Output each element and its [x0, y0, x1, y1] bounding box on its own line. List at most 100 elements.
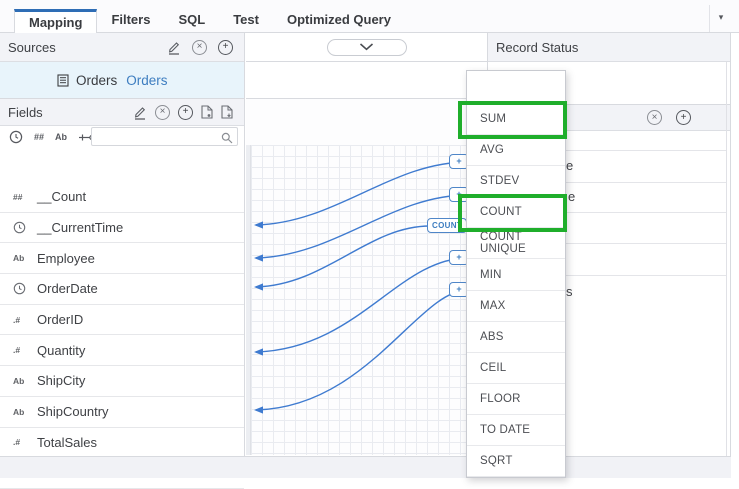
function-menu-items: SUMAVGSTDEVCOUNTCOUNT UNIQUEMINMAXABSCEI…	[467, 104, 565, 477]
mapping-toolbar	[246, 33, 487, 62]
filter-time-icon[interactable]	[9, 130, 23, 144]
menu-item-min[interactable]: MIN	[467, 259, 565, 290]
tab-sql[interactable]: SQL	[164, 9, 219, 32]
menu-item-floor[interactable]: FLOOR	[467, 384, 565, 415]
target-remove-icon[interactable]: ×	[647, 110, 662, 125]
field-type-text-icon: Ab	[13, 376, 37, 386]
sources-header: Sources × +	[0, 33, 244, 62]
field-row-orderdate[interactable]: OrderDate	[0, 274, 244, 305]
function-menu: SUMAVGSTDEVCOUNTCOUNT UNIQUEMINMAXABSCEI…	[466, 70, 566, 478]
field-name: OrderID	[37, 312, 83, 327]
field-name: TotalSales	[37, 435, 97, 450]
source-dataset-link[interactable]: Orders	[126, 73, 167, 88]
field-row-shipcity[interactable]: AbShipCity	[0, 366, 244, 397]
tab-filters[interactable]: Filters	[97, 9, 164, 32]
connection-curve	[256, 258, 468, 352]
record-status-header: Record Status	[488, 33, 730, 62]
connection-arrowhead	[254, 254, 263, 261]
menu-item-sum[interactable]: SUM	[467, 104, 565, 135]
field-name: __CurrentTime	[37, 220, 123, 235]
field-name: __Count	[37, 189, 86, 204]
mapping-canvas: + + COUNT + +	[246, 99, 487, 455]
target-row-fragment: e	[566, 158, 573, 173]
tab-bar: MappingFiltersSQLTestOptimized Query ▾	[0, 0, 739, 33]
field-type-number-icon: .#	[13, 345, 37, 355]
field-name: Quantity	[37, 343, 85, 358]
menu-item-max[interactable]: MAX	[467, 291, 565, 322]
filter-text-icon[interactable]: Ab	[55, 132, 67, 142]
fields-header: Fields × +	[0, 99, 244, 126]
tab-mapping[interactable]: Mapping	[14, 9, 97, 33]
target-row-fragment: s	[566, 284, 573, 299]
source-name: Orders	[76, 73, 117, 88]
connection-arrowhead	[254, 348, 263, 355]
sources-remove-icon[interactable]: ×	[192, 40, 207, 55]
menu-item-avg[interactable]: AVG	[467, 135, 565, 166]
fields-search-input[interactable]	[96, 129, 218, 144]
field-type-number-icon: .#	[13, 315, 37, 325]
chevron-down-icon	[359, 43, 374, 51]
filter-number-icon[interactable]: ##	[34, 132, 44, 142]
field-type-filter-row: ## Ab	[0, 126, 244, 148]
field-name: OrderDate	[37, 281, 98, 296]
menu-item-count[interactable]: COUNT	[467, 197, 565, 228]
field-type-text-icon: Ab	[13, 407, 37, 417]
field-type-number-icon: .#	[13, 437, 37, 447]
field-name: ShipCity	[37, 373, 85, 388]
field-row-orderid[interactable]: .#OrderID	[0, 305, 244, 336]
fields-remove-icon[interactable]: ×	[155, 105, 170, 120]
left-panel: Sources × + Orders Orders Fields × +	[0, 33, 245, 478]
menu-item-ceil[interactable]: CEIL	[467, 353, 565, 384]
status-bar	[0, 456, 731, 478]
sources-title: Sources	[8, 40, 167, 55]
menu-item-to-date[interactable]: TO DATE	[467, 415, 565, 446]
connection-arrowhead	[254, 221, 263, 228]
fields-export-file-icon[interactable]	[221, 105, 233, 119]
field-row-shipcountry[interactable]: AbShipCountry	[0, 397, 244, 428]
field-type-count-icon: ##	[13, 192, 37, 202]
table-icon	[57, 74, 69, 87]
chevron-down-icon: ▾	[719, 12, 724, 22]
record-status-title: Record Status	[496, 40, 722, 55]
field-name: Employee	[37, 251, 95, 266]
menu-item-stdev[interactable]: STDEV	[467, 166, 565, 197]
field-row-totalsales[interactable]: .#TotalSales	[0, 428, 244, 459]
field-name: ShipCountry	[37, 404, 109, 419]
panel-inner-border	[726, 62, 727, 456]
connection-arrowhead	[254, 283, 263, 290]
sources-edit-icon[interactable]	[167, 40, 181, 55]
connection-arrowhead	[254, 406, 263, 413]
mapping-panel: + + COUNT + +	[246, 33, 487, 478]
collapse-button[interactable]	[327, 39, 407, 56]
tab-test[interactable]: Test	[219, 9, 273, 32]
fields-add-icon[interactable]: +	[178, 105, 193, 120]
fields-import-file-icon[interactable]	[201, 105, 213, 119]
tabbar-dropdown-caret[interactable]: ▾	[709, 5, 732, 32]
connection-curve	[256, 162, 468, 225]
field-row-count[interactable]: ##__Count	[0, 182, 244, 213]
field-row-employee[interactable]: AbEmployee	[0, 243, 244, 274]
target-row-fragment: e	[568, 189, 575, 204]
menu-item-abs[interactable]: ABS	[467, 322, 565, 353]
menu-item-sqrt[interactable]: SQRT	[467, 446, 565, 477]
fields-title: Fields	[8, 105, 133, 120]
mapping-header-box	[246, 62, 487, 99]
field-row-quantity[interactable]: .#Quantity	[0, 335, 244, 366]
field-row-currenttime[interactable]: __CurrentTime	[0, 213, 244, 244]
function-badge-count[interactable]: COUNT	[427, 218, 467, 233]
fields-edit-icon[interactable]	[133, 105, 147, 120]
field-type-time-icon	[13, 221, 37, 234]
connection-curve	[256, 290, 468, 410]
field-type-text-icon: Ab	[13, 253, 37, 263]
mapping-connections-svg	[246, 99, 487, 455]
target-add-icon[interactable]: +	[676, 110, 691, 125]
function-menu-empty-item[interactable]	[467, 71, 565, 104]
tab-optimized-query[interactable]: Optimized Query	[273, 9, 405, 32]
field-type-time-icon	[13, 282, 37, 295]
source-orders-row[interactable]: Orders Orders	[0, 62, 244, 99]
search-icon	[221, 131, 233, 149]
menu-item-count-unique[interactable]: COUNT UNIQUE	[467, 228, 565, 259]
sources-add-icon[interactable]: +	[218, 40, 233, 55]
fields-search-box	[91, 127, 238, 146]
field-list: ##__Count__CurrentTimeAbEmployeeOrderDat…	[0, 182, 244, 489]
